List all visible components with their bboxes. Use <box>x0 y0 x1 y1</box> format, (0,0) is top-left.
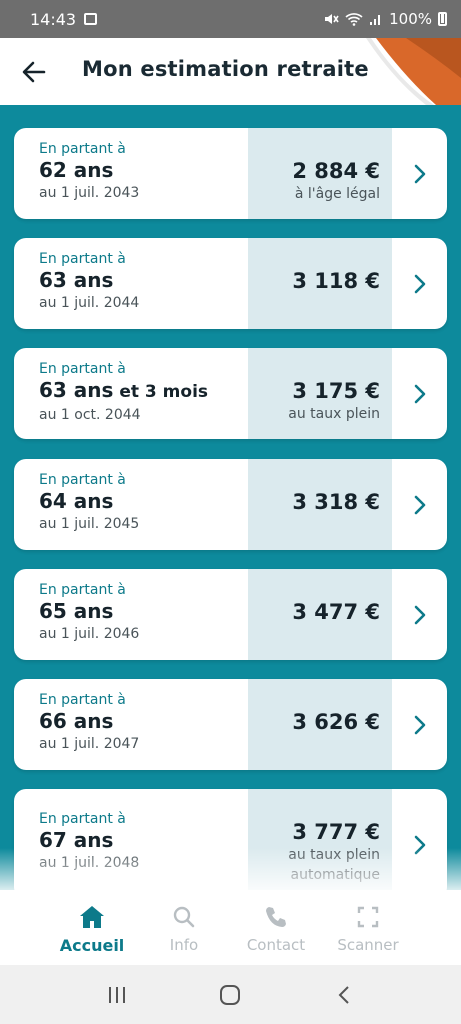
chevron-right-icon <box>414 274 425 293</box>
card-date: au 1 juil. 2045 <box>39 516 140 532</box>
estimate-card-62[interactable]: En partant à 62 ans au 1 juil. 2043 2 88… <box>14 128 447 219</box>
card-age: 65 ans <box>39 599 114 623</box>
estimate-card-63-3m[interactable]: En partant à 63 ans et 3 mois au 1 oct. … <box>14 348 447 439</box>
system-nav-bar <box>0 965 461 1024</box>
card-date: au 1 oct. 2044 <box>39 407 141 423</box>
back-button[interactable] <box>324 975 364 1015</box>
chevron-right-icon <box>414 384 425 403</box>
estimate-card-67[interactable]: En partant à 67 ans au 1 juil. 2048 3 77… <box>14 789 447 899</box>
bottom-tab-bar: Accueil Info Contact Scanner <box>0 890 461 965</box>
estimate-card-65[interactable]: En partant à 65 ans au 1 juil. 2046 3 47… <box>14 569 447 660</box>
chevron-right-icon <box>414 605 425 624</box>
search-icon <box>173 906 195 928</box>
card-lead: En partant à <box>39 251 126 267</box>
mute-icon <box>325 14 339 24</box>
app-header: Mon estimation retraite <box>0 38 461 105</box>
recent-apps-button[interactable] <box>97 975 137 1015</box>
card-amount: 3 626 € <box>292 710 380 734</box>
image-notification-icon <box>84 13 98 25</box>
card-age: 63 ans et 3 mois <box>39 378 209 402</box>
recent-apps-icon <box>108 986 125 1003</box>
card-age: 62 ans <box>39 158 114 182</box>
card-date: au 1 juil. 2047 <box>39 736 140 752</box>
status-bar: 14:43 100% <box>0 0 461 38</box>
tab-info[interactable]: Info <box>138 890 230 965</box>
card-date: au 1 juil. 2048 <box>39 855 140 871</box>
estimate-card-64[interactable]: En partant à 64 ans au 1 juil. 2045 3 31… <box>14 459 447 550</box>
estimate-card-63[interactable]: En partant à 63 ans au 1 juil. 2044 3 11… <box>14 238 447 329</box>
tab-label: Info <box>169 936 199 954</box>
tab-contact[interactable]: Contact <box>230 890 322 965</box>
card-date: au 1 juil. 2044 <box>39 295 140 311</box>
signal-icon <box>370 15 381 25</box>
battery-icon <box>438 12 447 26</box>
card-lead: En partant à <box>39 692 126 708</box>
phone-icon <box>266 907 286 927</box>
card-lead: En partant à <box>39 582 126 598</box>
card-age: 64 ans <box>39 489 114 513</box>
chevron-right-icon <box>414 495 425 514</box>
tab-scanner[interactable]: Scanner <box>322 890 414 965</box>
home-button[interactable] <box>210 975 250 1015</box>
card-age: 67 ans <box>39 828 114 852</box>
card-age: 66 ans <box>39 709 114 733</box>
tab-label: Accueil <box>59 936 125 955</box>
card-amount: 2 884 € <box>292 159 380 183</box>
tab-label: Scanner <box>337 936 399 954</box>
tab-accueil[interactable]: Accueil <box>46 890 138 965</box>
back-chevron-icon <box>338 985 349 1004</box>
back-arrow-icon[interactable] <box>20 58 48 86</box>
estimate-card-66[interactable]: En partant à 66 ans au 1 juil. 2047 3 62… <box>14 679 447 770</box>
card-note: à l'âge légal <box>294 186 380 202</box>
card-lead: En partant à <box>39 361 126 377</box>
card-note: au taux plein automatique <box>288 847 380 883</box>
wifi-icon <box>345 13 363 26</box>
chevron-right-icon <box>414 835 425 855</box>
status-time: 14:43 <box>30 9 77 29</box>
card-amount: 3 118 € <box>292 269 380 293</box>
card-lead: En partant à <box>39 472 126 488</box>
battery-percent: 100% <box>389 10 432 28</box>
system-icons: 100% <box>323 10 447 28</box>
card-amount: 3 477 € <box>292 600 380 624</box>
card-note: au taux plein <box>288 406 380 422</box>
card-lead: En partant à <box>39 811 126 827</box>
card-age-extra: et 3 mois <box>113 382 209 402</box>
chevron-right-icon <box>414 715 425 734</box>
card-date: au 1 juil. 2043 <box>39 185 140 201</box>
card-age: 63 ans <box>39 268 114 292</box>
tab-label: Contact <box>246 936 306 954</box>
card-lead: En partant à <box>39 141 126 157</box>
header-decoration <box>366 38 461 105</box>
page-title: Mon estimation retraite <box>82 57 369 81</box>
card-date: au 1 juil. 2046 <box>39 626 140 642</box>
card-amount: 3 318 € <box>292 490 380 514</box>
card-amount: 3 777 € <box>292 820 380 844</box>
home-icon <box>80 906 104 928</box>
home-circle-icon <box>220 984 241 1005</box>
chevron-right-icon <box>414 164 425 183</box>
card-amount: 3 175 € <box>292 379 380 403</box>
scan-icon <box>357 906 379 928</box>
